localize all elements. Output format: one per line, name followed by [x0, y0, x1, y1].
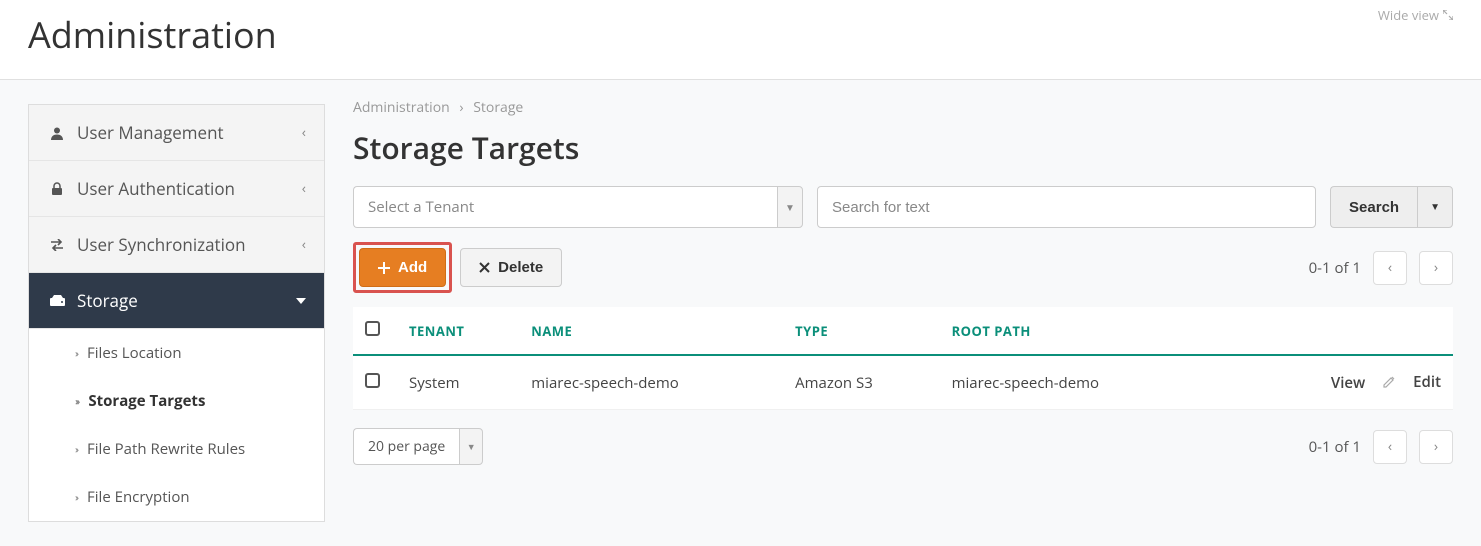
sidebar-subitem-label: Storage Targets	[88, 391, 205, 411]
sidebar-subitem-file-encryption[interactable]: ›› File Encryption	[29, 473, 324, 521]
prev-page-button[interactable]: ‹	[1373, 251, 1407, 285]
cell-type: Amazon S3	[783, 355, 939, 410]
plus-icon	[378, 262, 390, 274]
highlight-annotation: Add	[353, 242, 452, 293]
sidebar-subitem-file-path-rewrite-rules[interactable]: ›› File Path Rewrite Rules	[29, 425, 324, 473]
lock-icon	[47, 182, 67, 196]
sidebar-subitem-label: Files Location	[87, 343, 182, 363]
wide-view-toggle[interactable]: Wide view	[1378, 0, 1453, 24]
breadcrumb-root[interactable]: Administration	[353, 98, 450, 117]
column-root-path[interactable]: ROOT PATH	[940, 307, 1204, 355]
per-page-select[interactable]: 20 per page ▼	[353, 428, 483, 465]
chevron-left-icon: ‹	[302, 235, 306, 254]
tenant-select-value: Select a Tenant	[353, 186, 777, 228]
breadcrumb: Administration › Storage	[353, 98, 1453, 117]
per-page-value: 20 per page	[353, 428, 459, 465]
row-checkbox[interactable]	[365, 373, 380, 388]
sidebar: User Management ‹ User Authentication ‹ …	[0, 80, 325, 546]
view-link[interactable]: View	[1317, 373, 1365, 393]
user-icon	[47, 126, 67, 140]
caret-down-icon: ▼	[1430, 202, 1440, 213]
sidebar-item-storage[interactable]: Storage	[29, 273, 324, 329]
tenant-select[interactable]: Select a Tenant ▼	[353, 186, 803, 228]
sidebar-item-user-synchronization[interactable]: User Synchronization ‹	[29, 217, 324, 273]
column-type[interactable]: TYPE	[783, 307, 939, 355]
search-dropdown-button[interactable]: ▼	[1417, 186, 1453, 228]
chevron-left-icon: ‹	[302, 123, 306, 142]
edit-link[interactable]: Edit	[1383, 372, 1441, 392]
next-page-button[interactable]: ›	[1419, 430, 1453, 464]
exchange-icon	[47, 239, 67, 251]
cell-root-path: miarec-speech-demo	[940, 355, 1204, 410]
sidebar-subitem-label: File Encryption	[87, 487, 190, 507]
table-row[interactable]: System miarec-speech-demo Amazon S3 miar…	[353, 355, 1453, 410]
sidebar-subitem-label: File Path Rewrite Rules	[87, 439, 245, 459]
wide-view-label: Wide view	[1378, 6, 1439, 24]
pagination-range: 0-1 of 1	[1309, 437, 1361, 457]
expand-icon	[1443, 10, 1453, 20]
content-title: Storage Targets	[353, 127, 1453, 168]
sidebar-item-label: Storage	[77, 289, 138, 312]
double-angle-icon: ››	[75, 442, 77, 456]
pencil-icon	[1383, 376, 1395, 388]
page-title: Administration	[28, 0, 277, 79]
caret-down-icon: ▼	[459, 428, 483, 465]
close-icon	[479, 262, 490, 273]
sidebar-item-user-management[interactable]: User Management ‹	[29, 105, 324, 161]
delete-button[interactable]: Delete	[460, 248, 562, 287]
sidebar-subitem-storage-targets[interactable]: ›› Storage Targets	[29, 377, 324, 425]
disk-icon	[47, 295, 67, 307]
sidebar-item-user-authentication[interactable]: User Authentication ‹	[29, 161, 324, 217]
sidebar-item-label: User Management	[77, 121, 224, 144]
prev-page-button[interactable]: ‹	[1373, 430, 1407, 464]
main-content: Administration › Storage Storage Targets…	[325, 80, 1481, 546]
cell-name: miarec-speech-demo	[519, 355, 783, 410]
search-input[interactable]	[817, 186, 1316, 228]
chevron-left-icon: ‹	[302, 179, 306, 198]
next-page-button[interactable]: ›	[1419, 251, 1453, 285]
storage-targets-table: TENANT NAME TYPE ROOT PATH System miarec…	[353, 307, 1453, 410]
double-angle-icon: ››	[75, 490, 77, 504]
double-angle-icon: ››	[75, 346, 77, 360]
chevron-down-icon	[296, 298, 306, 304]
chevron-right-icon: ›	[459, 98, 463, 117]
column-tenant[interactable]: TENANT	[397, 307, 519, 355]
breadcrumb-leaf[interactable]: Storage	[473, 98, 523, 117]
sidebar-subitem-files-location[interactable]: ›› Files Location	[29, 329, 324, 377]
sidebar-item-label: User Authentication	[77, 177, 235, 200]
search-button[interactable]: Search	[1330, 186, 1417, 228]
delete-button-label: Delete	[498, 259, 543, 276]
caret-down-icon: ▼	[777, 186, 803, 228]
column-name[interactable]: NAME	[519, 307, 783, 355]
select-all-checkbox[interactable]	[365, 321, 380, 336]
sidebar-item-label: User Synchronization	[77, 233, 246, 256]
add-button[interactable]: Add	[359, 248, 446, 287]
cell-tenant: System	[397, 355, 519, 410]
add-button-label: Add	[398, 259, 427, 276]
pagination-range: 0-1 of 1	[1309, 258, 1361, 278]
double-angle-icon: ››	[75, 394, 78, 408]
